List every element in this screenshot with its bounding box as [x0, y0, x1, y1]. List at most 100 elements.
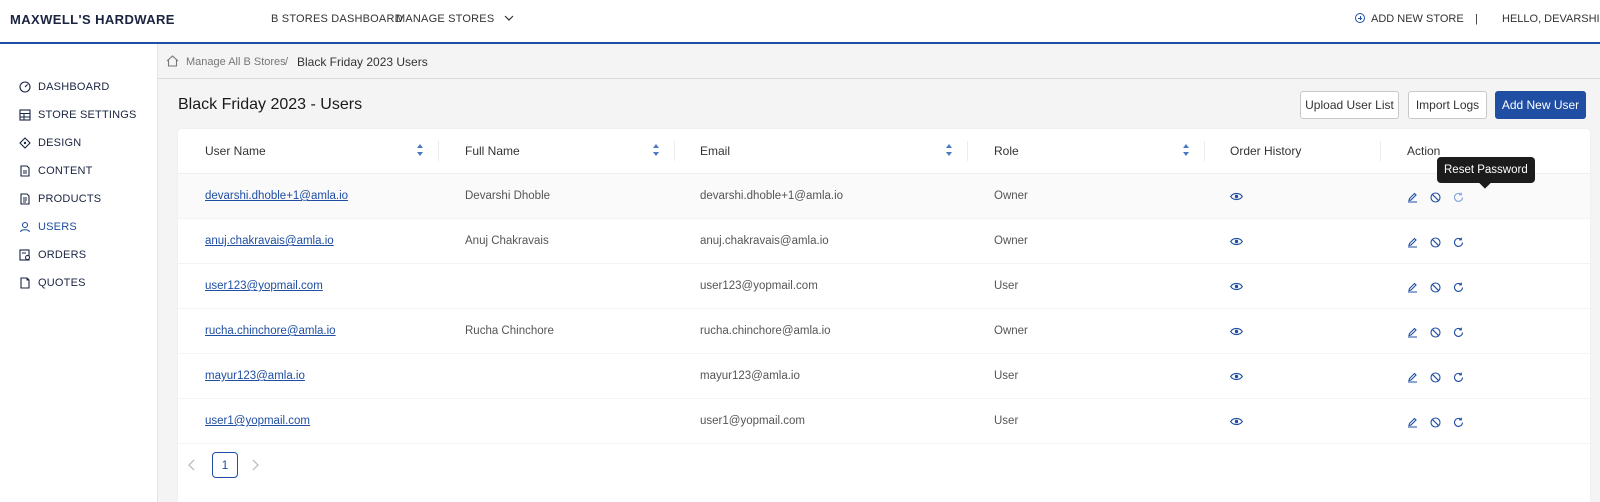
reset-password-icon[interactable]	[1453, 417, 1464, 428]
users-table: User Name Full Name Email Role Order His…	[178, 129, 1590, 502]
fullname-cell: Rucha Chinchore	[465, 325, 554, 337]
sidebar-item-content[interactable]: CONTENT	[19, 163, 93, 179]
upload-user-list-button[interactable]: Upload User List	[1300, 91, 1399, 119]
block-icon[interactable]	[1430, 417, 1441, 428]
reset-password-icon[interactable]	[1453, 282, 1464, 293]
add-new-store-button[interactable]: ADD NEW STORE	[1355, 13, 1464, 25]
gauge-icon	[19, 81, 31, 93]
edit-icon[interactable]	[1407, 372, 1418, 383]
user-greeting[interactable]: HELLO, DEVARSHI	[1502, 13, 1600, 25]
block-icon[interactable]	[1430, 237, 1441, 248]
username-link[interactable]: mayur123@amla.io	[205, 370, 305, 382]
role-cell: User	[994, 415, 1019, 427]
block-icon[interactable]	[1430, 192, 1441, 203]
table-header: User Name Full Name Email Role Order His…	[178, 129, 1590, 174]
edit-icon[interactable]	[1407, 327, 1418, 338]
column-divider	[674, 141, 675, 161]
sidebar-item-label: CONTENT	[38, 165, 93, 177]
reset-password-tooltip: Reset Password	[1437, 157, 1535, 183]
header-role[interactable]: Role	[994, 144, 1019, 158]
table-row: user123@yopmail.com user123@yopmail.com …	[178, 264, 1590, 309]
sidebar-item-orders[interactable]: ORDERS	[19, 247, 86, 263]
sidebar-item-label: ORDERS	[38, 249, 87, 261]
pagination-next-icon[interactable]	[251, 458, 260, 472]
username-link[interactable]: user1@yopmail.com	[205, 415, 310, 427]
sidebar-item-products[interactable]: PRODUCTS	[19, 191, 101, 207]
reset-password-icon[interactable]	[1453, 237, 1464, 248]
eye-icon[interactable]	[1230, 282, 1243, 291]
sidebar-item-label: STORE SETTINGS	[38, 109, 137, 121]
email-cell: user123@yopmail.com	[700, 280, 818, 292]
pagination-page-1[interactable]: 1	[212, 452, 238, 478]
reset-password-icon[interactable]	[1453, 192, 1464, 203]
table-row: devarshi.dhoble+1@amla.io Devarshi Dhobl…	[178, 174, 1590, 219]
sidebar-item-dashboard[interactable]: DASHBOARD	[19, 79, 109, 95]
eye-icon[interactable]	[1230, 417, 1243, 426]
nav-stores-dashboard[interactable]: B STORES DASHBOARD	[271, 13, 403, 25]
edit-icon[interactable]	[1407, 417, 1418, 428]
header-fullname[interactable]: Full Name	[465, 144, 520, 158]
column-divider	[1204, 141, 1205, 161]
main-content: Manage All B Stores / Black Friday 2023 …	[157, 44, 1600, 502]
breadcrumb-manage-stores[interactable]: Manage All B Stores	[186, 56, 286, 68]
brand-logo[interactable]: MAXWELL'S HARDWARE	[10, 12, 175, 27]
products-icon	[20, 193, 30, 205]
eye-icon[interactable]	[1230, 192, 1243, 201]
sidebar: DASHBOARD STORE SETTINGS DESIGN CONTENT …	[0, 44, 157, 502]
eye-icon[interactable]	[1230, 327, 1243, 336]
sidebar-item-design[interactable]: DESIGN	[19, 135, 81, 151]
plus-circle-icon	[1355, 13, 1365, 23]
sort-icon[interactable]	[652, 143, 660, 157]
add-new-store-label: ADD NEW STORE	[1371, 13, 1464, 25]
nav-manage-stores-label: MANAGE STORES	[396, 13, 495, 25]
email-cell: rucha.chinchore@amla.io	[700, 325, 831, 337]
column-divider	[438, 141, 439, 161]
username-link[interactable]: user123@yopmail.com	[205, 280, 323, 292]
sidebar-item-users[interactable]: USERS	[19, 219, 77, 235]
edit-icon[interactable]	[1407, 192, 1418, 203]
table-row: anuj.chakravais@amla.io Anuj Chakravais …	[178, 219, 1590, 264]
column-divider	[1380, 141, 1381, 161]
eye-icon[interactable]	[1230, 237, 1243, 246]
sort-icon[interactable]	[1182, 143, 1190, 157]
edit-icon[interactable]	[1407, 237, 1418, 248]
sidebar-item-label: USERS	[38, 221, 77, 233]
sidebar-item-store-settings[interactable]: STORE SETTINGS	[19, 107, 137, 123]
sidebar-item-label: QUOTES	[38, 277, 86, 289]
quotes-icon	[20, 277, 30, 289]
fullname-cell: Devarshi Dhoble	[465, 190, 551, 202]
email-cell: anuj.chakravais@amla.io	[700, 235, 829, 247]
design-icon	[19, 137, 31, 149]
eye-icon[interactable]	[1230, 372, 1243, 381]
header-order-history: Order History	[1230, 144, 1302, 158]
header-username[interactable]: User Name	[205, 144, 266, 158]
sort-icon[interactable]	[945, 143, 953, 157]
block-icon[interactable]	[1430, 282, 1441, 293]
fullname-cell: Anuj Chakravais	[465, 235, 549, 247]
email-cell: devarshi.dhoble+1@amla.io	[700, 190, 844, 202]
top-bar: MAXWELL'S HARDWARE B STORES DASHBOARD MA…	[0, 0, 1600, 44]
header-action: Action	[1407, 144, 1441, 158]
block-icon[interactable]	[1430, 372, 1441, 383]
user-icon	[19, 221, 31, 233]
import-logs-button[interactable]: Import Logs	[1408, 91, 1487, 119]
sidebar-item-quotes[interactable]: QUOTES	[19, 275, 86, 291]
block-icon[interactable]	[1430, 327, 1441, 338]
reset-password-icon[interactable]	[1453, 372, 1464, 383]
sort-icon[interactable]	[416, 143, 424, 157]
home-icon[interactable]	[166, 55, 179, 67]
breadcrumb: Manage All B Stores / Black Friday 2023 …	[158, 44, 1600, 79]
role-cell: Owner	[994, 190, 1028, 202]
username-link[interactable]: anuj.chakravais@amla.io	[205, 235, 334, 247]
add-new-user-button[interactable]: Add New User	[1495, 91, 1586, 119]
table-row: rucha.chinchore@amla.io Rucha Chinchore …	[178, 309, 1590, 354]
username-link[interactable]: rucha.chinchore@amla.io	[205, 325, 336, 337]
store-settings-icon	[19, 109, 31, 121]
username-link[interactable]: devarshi.dhoble+1@amla.io	[205, 190, 348, 202]
nav-manage-stores[interactable]: MANAGE STORES	[396, 13, 514, 25]
reset-password-icon[interactable]	[1453, 327, 1464, 338]
header-email[interactable]: Email	[700, 144, 730, 158]
role-cell: Owner	[994, 235, 1028, 247]
pagination-prev-icon[interactable]	[187, 458, 196, 472]
edit-icon[interactable]	[1407, 282, 1418, 293]
